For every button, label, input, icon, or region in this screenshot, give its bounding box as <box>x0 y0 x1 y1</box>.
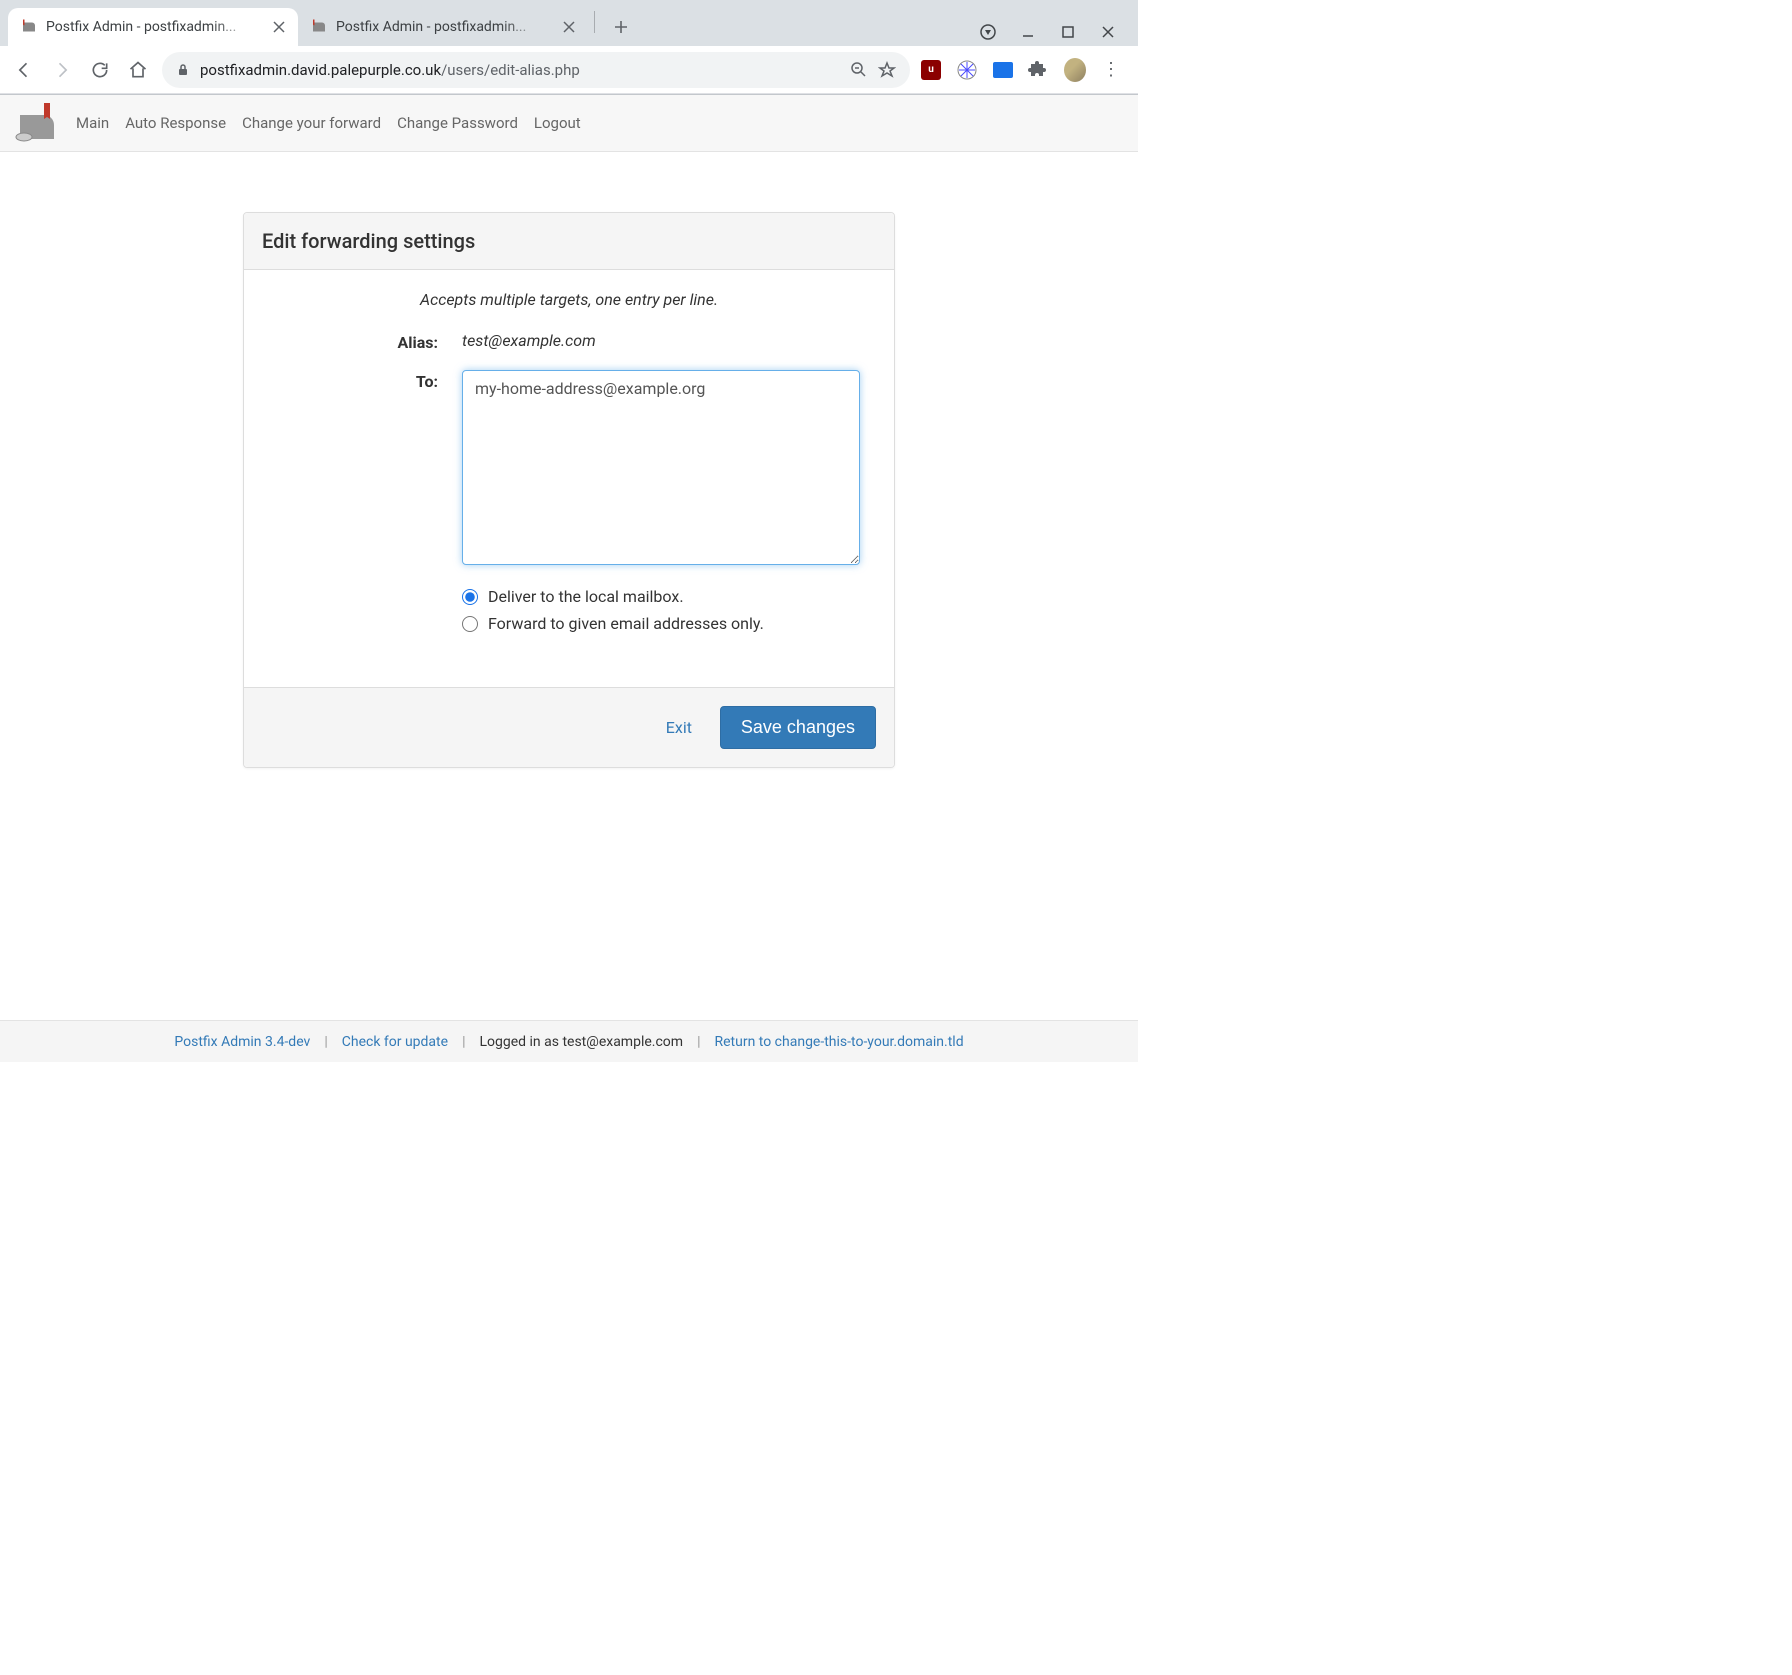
to-row: To: <box>262 370 876 569</box>
panel-body: Accepts multiple targets, one entry per … <box>244 270 894 687</box>
panel-header: Edit forwarding settings <box>244 213 894 270</box>
close-icon[interactable] <box>272 20 286 34</box>
browser-tab[interactable]: Postfix Admin - postfixadmin... <box>298 8 588 46</box>
radio-deliver-local-input[interactable] <box>462 589 478 605</box>
footer-version[interactable]: Postfix Admin 3.4-dev <box>174 1034 310 1050</box>
delivery-options: Deliver to the local mailbox. Forward to… <box>262 587 876 641</box>
postfix-logo-icon <box>14 101 64 145</box>
close-icon[interactable] <box>562 20 576 34</box>
extensions-icon[interactable] <box>1028 59 1050 81</box>
panel-footer: Exit Save changes <box>244 687 894 767</box>
radio-forward-only-input[interactable] <box>462 616 478 632</box>
page-content: Main Auto Response Change your forward C… <box>0 95 1138 1021</box>
new-tab-button[interactable] <box>607 13 635 41</box>
footer-return-link[interactable]: Return to change-this-to-your.domain.tld <box>714 1034 963 1050</box>
radio-forward-only[interactable]: Forward to given email addresses only. <box>462 614 876 633</box>
exit-link[interactable]: Exit <box>666 718 692 737</box>
extension-icon-blue[interactable] <box>992 59 1014 81</box>
form-hint: Accepts multiple targets, one entry per … <box>262 290 876 309</box>
save-button[interactable]: Save changes <box>720 706 876 749</box>
nav-logout[interactable]: Logout <box>534 114 581 132</box>
tab-title: Postfix Admin - postfixadmin... <box>46 19 264 35</box>
panel-title: Edit forwarding settings <box>262 229 876 253</box>
nav-change-password[interactable]: Change Password <box>397 114 518 132</box>
bookmark-star-icon[interactable] <box>878 61 896 79</box>
profile-avatar[interactable] <box>1064 59 1086 81</box>
reload-button[interactable] <box>86 56 114 84</box>
tab-separator <box>594 11 595 33</box>
nav-main[interactable]: Main <box>76 114 109 132</box>
home-button[interactable] <box>124 56 152 84</box>
footer-check-update[interactable]: Check for update <box>342 1034 448 1050</box>
to-label: To: <box>262 370 462 569</box>
extension-icons: u ⋮ <box>920 59 1128 81</box>
lock-icon <box>176 63 190 77</box>
alias-row: Alias: test@example.com <box>262 331 876 352</box>
radio-deliver-local[interactable]: Deliver to the local mailbox. <box>462 587 876 606</box>
nav-change-forward[interactable]: Change your forward <box>242 114 381 132</box>
url-text: postfixadmin.david.palepurple.co.uk/user… <box>200 61 840 79</box>
url-bar[interactable]: postfixadmin.david.palepurple.co.uk/user… <box>162 52 910 88</box>
tab-strip: Postfix Admin - postfixadmin... Postfix … <box>0 0 1138 46</box>
main-area: Edit forwarding settings Accepts multipl… <box>0 152 1138 828</box>
address-bar: postfixadmin.david.palepurple.co.uk/user… <box>0 46 1138 94</box>
chrome-profile-icon[interactable] <box>980 24 996 40</box>
minimize-icon[interactable] <box>1020 24 1036 40</box>
radio-deliver-local-label: Deliver to the local mailbox. <box>488 587 684 606</box>
mailbox-favicon <box>20 18 38 36</box>
radio-forward-only-label: Forward to given email addresses only. <box>488 614 764 633</box>
ublock-icon[interactable]: u <box>920 59 942 81</box>
extension-icon[interactable] <box>956 59 978 81</box>
browser-tab-active[interactable]: Postfix Admin - postfixadmin... <box>8 8 298 46</box>
maximize-icon[interactable] <box>1060 24 1076 40</box>
kebab-menu-icon[interactable]: ⋮ <box>1100 59 1122 81</box>
alias-value: test@example.com <box>462 331 596 350</box>
page-footer: Postfix Admin 3.4-dev | Check for update… <box>0 1020 1138 1062</box>
browser-chrome: Postfix Admin - postfixadmin... Postfix … <box>0 0 1138 95</box>
tab-title: Postfix Admin - postfixadmin... <box>336 19 554 35</box>
nav-auto-response[interactable]: Auto Response <box>125 114 226 132</box>
alias-label: Alias: <box>262 331 462 352</box>
back-button[interactable] <box>10 56 38 84</box>
mailbox-favicon <box>310 18 328 36</box>
zoom-icon[interactable] <box>850 61 868 79</box>
window-controls <box>966 24 1130 46</box>
close-window-icon[interactable] <box>1100 24 1116 40</box>
forward-button[interactable] <box>48 56 76 84</box>
edit-forwarding-panel: Edit forwarding settings Accepts multipl… <box>243 212 895 768</box>
top-nav: Main Auto Response Change your forward C… <box>0 95 1138 152</box>
footer-logged-in: Logged in as test@example.com <box>479 1034 683 1050</box>
to-textarea[interactable] <box>462 370 860 565</box>
